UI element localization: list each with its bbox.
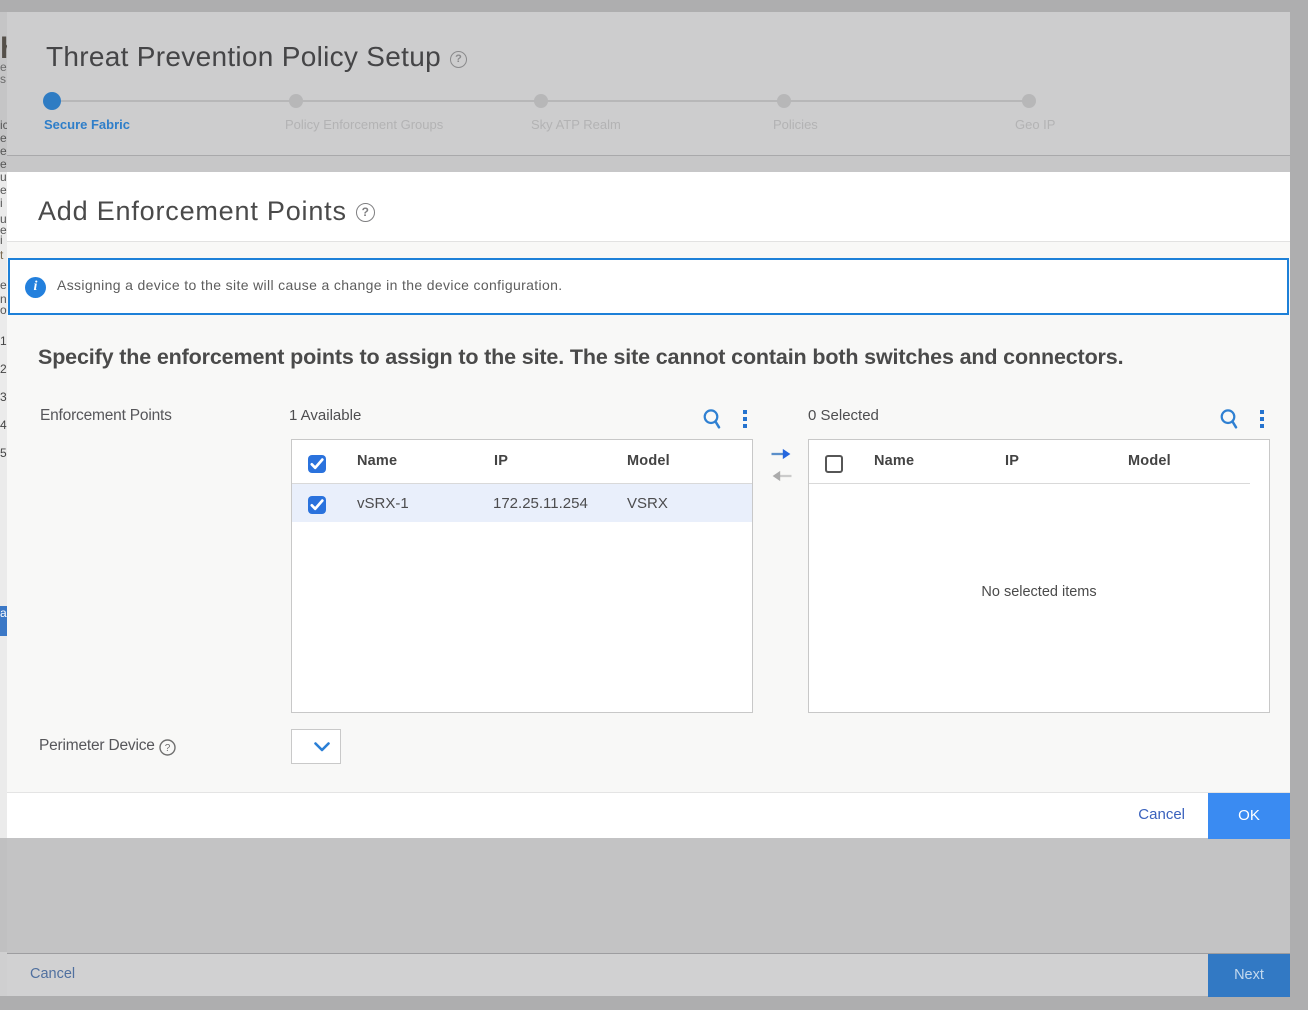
svg-text:?: ? bbox=[165, 743, 171, 754]
